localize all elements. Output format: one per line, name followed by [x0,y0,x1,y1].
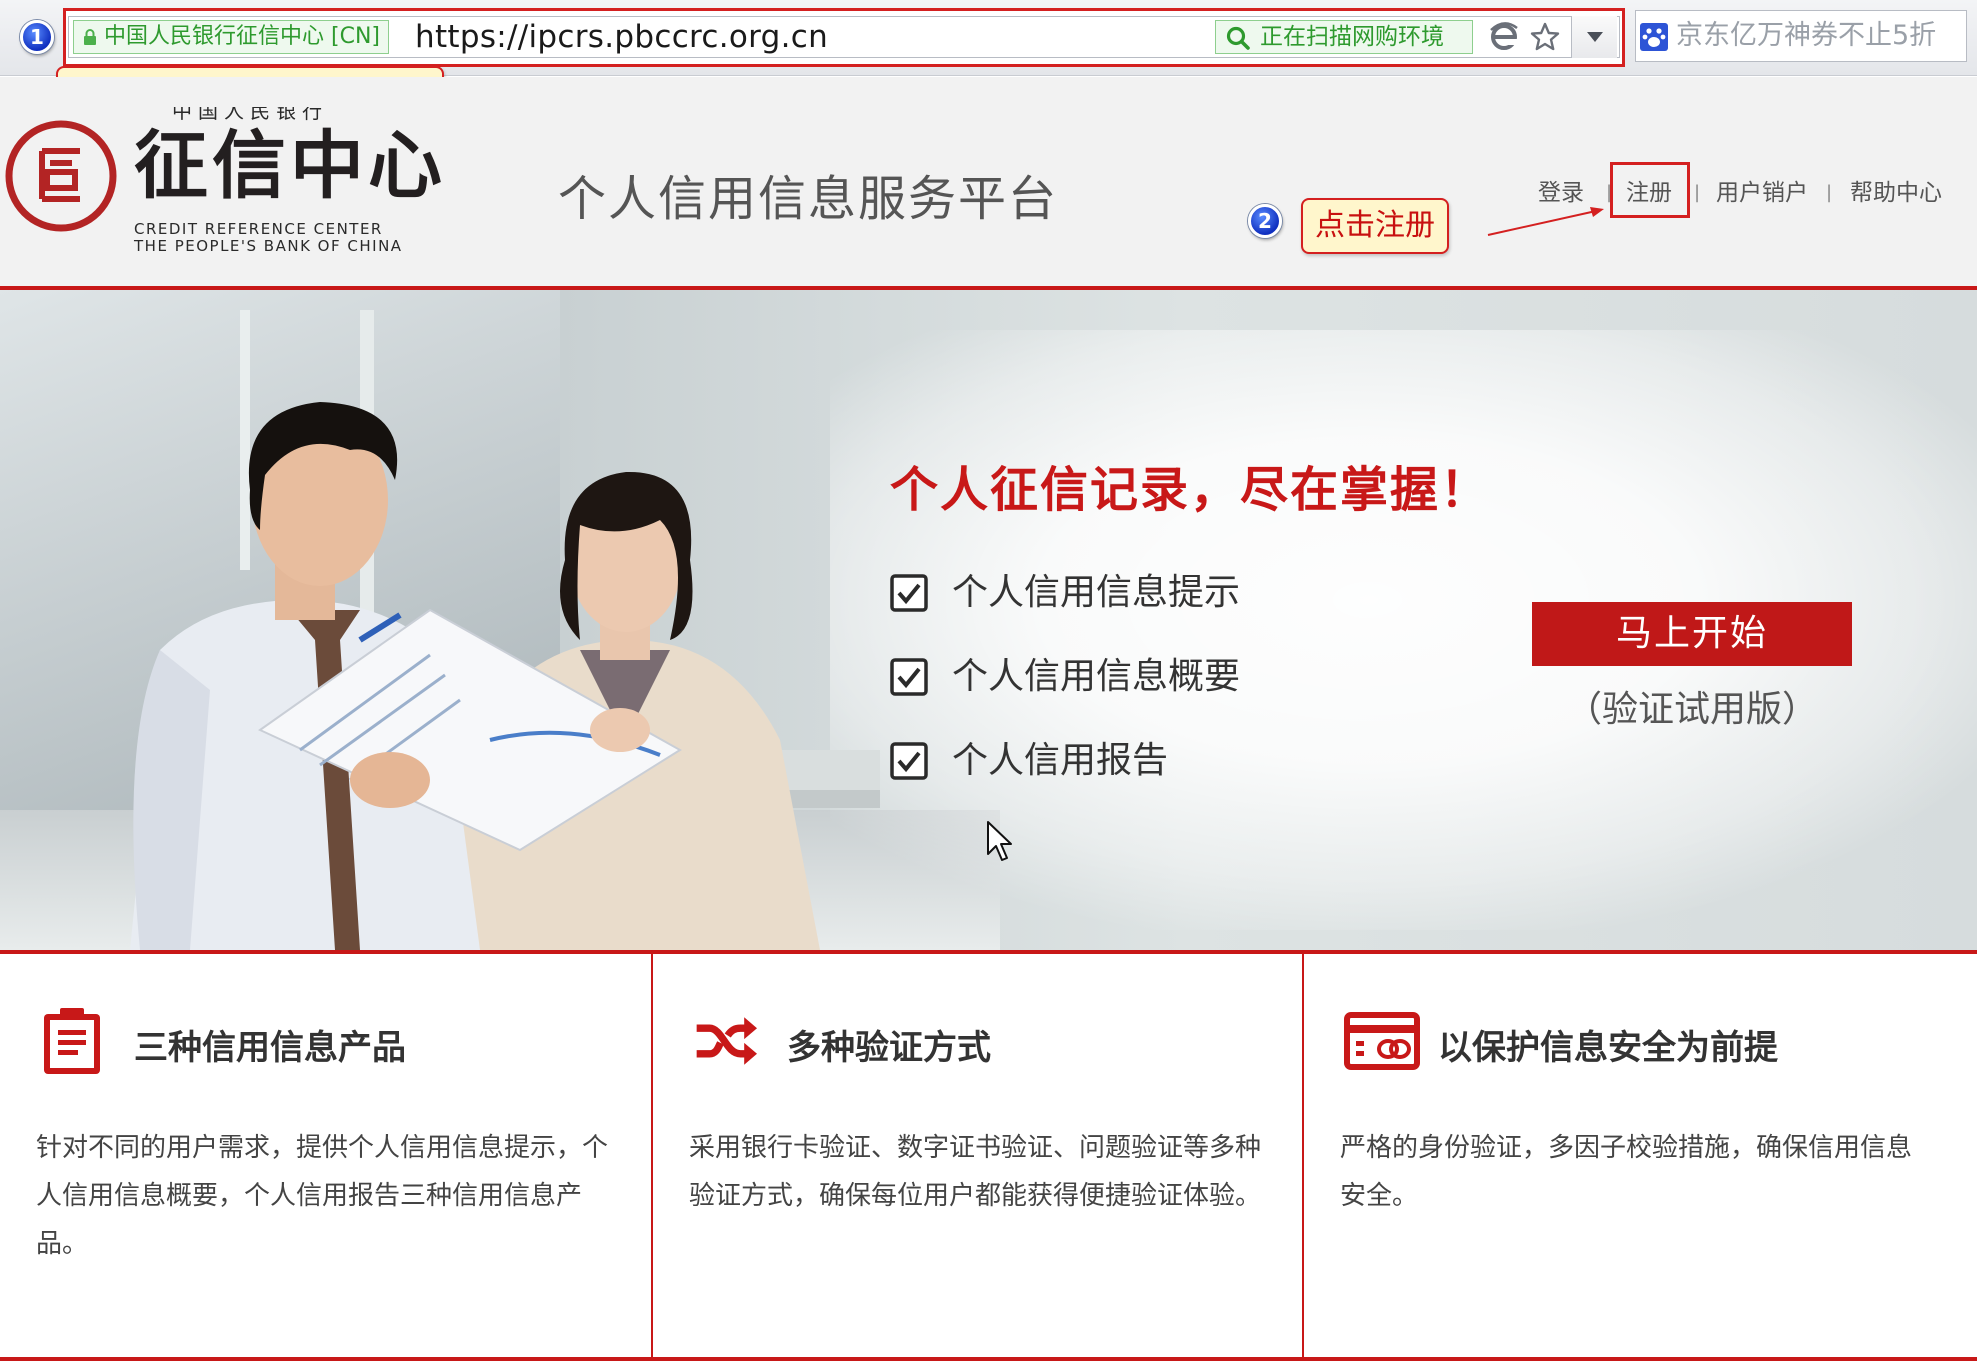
nav-separator: | [1694,182,1701,203]
site-identity-badge[interactable]: 中国人民银行征信中心 [CN] [73,20,389,54]
address-bar-highlight: 中国人民银行征信中心 [CN] https://ipcrs.pbccrc.org… [63,8,1625,67]
hero-headline: 个人征信记录，尽在掌握！ [890,462,1491,518]
search-placeholder: 京东亿万神券不止5折 [1676,20,1937,51]
ie-compat-icon[interactable] [1487,20,1521,54]
card-icon [1344,1012,1420,1070]
logo-top-text: 中国人民银行 [172,107,328,121]
arrow-icon [1487,207,1604,236]
feature-title: 三种信用信息产品 [134,1028,406,1068]
address-dropdown-button[interactable] [1571,16,1617,58]
triangle-down-icon [1587,32,1603,42]
hero-feature-label: 个人信用报告 [952,740,1169,781]
scan-status-badge[interactable]: 正在扫描网购环境 [1215,20,1473,54]
address-bar[interactable]: 中国人民银行征信中心 [CN] https://ipcrs.pbccrc.org… [68,16,1620,58]
help-center-link[interactable]: 帮助中心 [1850,175,1942,211]
url-text[interactable]: https://ipcrs.pbccrc.org.cn [415,17,828,57]
scan-status-text: 正在扫描网购环境 [1260,24,1444,50]
logo-en-line-2: THE PEOPLE'S BANK OF CHINA [134,237,403,255]
site-header: 中国人民银行 征信中心 CREDIT REFERENCE CENTER THE … [0,77,1977,289]
logo-title: 征信中心 [134,123,446,209]
clipboard-icon [44,1008,100,1074]
step-2-marker: 2 [1248,204,1282,238]
hero-feature-label: 个人信用信息概要 [952,656,1241,697]
baidu-paw-icon [1640,23,1668,51]
feature-card: 三种信用信息产品 针对不同的用户需求，提供个人信用信息提示，个人信用信息概要，个… [0,954,651,1357]
checkbox-checked-icon [890,574,928,612]
divider [0,1357,1977,1361]
nav-separator: | [1826,182,1833,203]
step-1-marker: 1 [20,20,54,54]
seal-logo-icon [5,120,117,232]
search-icon [1226,26,1250,50]
platform-title: 个人信用信息服务平台 [558,171,1059,227]
feature-title: 以保护信息安全为前提 [1438,1028,1778,1068]
feature-description: 采用银行卡验证、数字证书验证、问题验证等多种验证方式，确保每位用户都能获得便捷验… [689,1133,1262,1211]
browser-toolbar: 1 中国人民银行征信中心 [CN] https://ipcrs.pbccrc.o… [0,0,1977,76]
callout-step-2: 点击注册 [1301,198,1449,254]
feature-description: 针对不同的用户需求，提供个人信用信息提示，个人信用信息概要，个人信用报告三种信用… [36,1133,609,1259]
logo-en-line-1: CREDIT REFERENCE CENTER [134,220,383,238]
trial-version-note: （验证试用版） [1565,689,1818,730]
hero-banner: 个人征信记录，尽在掌握！ 个人信用信息提示 个人信用信息概要 个人信用报告 马上… [0,290,1977,950]
shuffle-icon [696,1017,757,1065]
features-section: 三种信用信息产品 针对不同的用户需求，提供个人信用信息提示，个人信用信息概要，个… [0,954,1977,1361]
hero-feature-label: 个人信用信息提示 [952,572,1241,613]
feature-card: 多种验证方式 采用银行卡验证、数字证书验证、问题验证等多种验证方式，确保每位用户… [651,954,1302,1357]
feature-card: 以保护信息安全为前提 严格的身份验证，多因子校验措施，确保信用信息安全。 [1302,954,1977,1357]
browser-search-input[interactable]: 京东亿万神券不止5折 [1635,10,1967,62]
feature-title: 多种验证方式 [787,1028,991,1068]
checkbox-checked-icon [890,658,928,696]
start-button[interactable]: 马上开始 [1532,602,1852,666]
bookmark-star-icon[interactable] [1529,21,1561,53]
lock-icon [84,29,96,45]
checkbox-checked-icon [890,742,928,780]
cancel-account-link[interactable]: 用户销户 [1716,175,1808,211]
mouse-cursor-icon [987,821,1012,861]
site-identity-text: 中国人民银行征信中心 [CN] [104,24,380,49]
feature-description: 严格的身份验证，多因子校验措施，确保信用信息安全。 [1340,1133,1913,1211]
business-people-illustration [130,310,880,950]
register-highlight-box [1610,162,1690,218]
